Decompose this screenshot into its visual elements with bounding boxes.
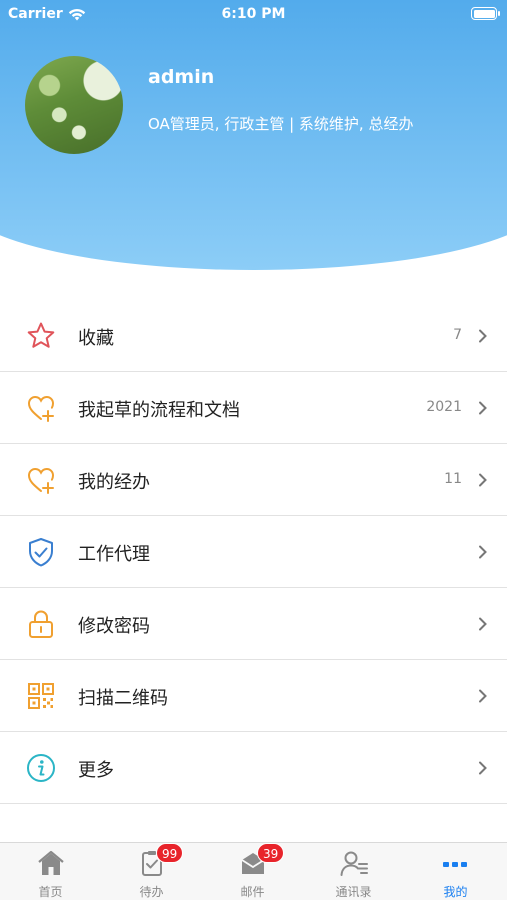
- menu-item-scan-qr[interactable]: 扫描二维码: [0, 660, 507, 732]
- tab-bar: 首页 99 待办 39 邮件 通讯录 我的: [0, 842, 507, 900]
- qr-code-icon: [28, 683, 54, 709]
- tab-label: 我的: [443, 885, 468, 899]
- battery-icon: [471, 7, 500, 20]
- heart-plus-icon: [27, 467, 55, 494]
- star-icon: [27, 322, 55, 348]
- chevron-right-icon: [479, 689, 487, 703]
- avatar[interactable]: [25, 56, 123, 154]
- menu-item-my-handled[interactable]: 我的经办 11: [0, 444, 507, 516]
- more-dots-icon: [443, 862, 467, 867]
- chevron-right-icon: [479, 545, 487, 559]
- chevron-right-icon: [479, 761, 487, 775]
- menu-item-count: 7: [453, 327, 462, 343]
- menu-item-count: 11: [444, 471, 462, 487]
- shield-check-icon: [29, 538, 53, 567]
- chevron-right-icon: [479, 617, 487, 631]
- tab-mine[interactable]: 我的: [404, 843, 507, 900]
- menu-item-work-proxy[interactable]: 工作代理: [0, 516, 507, 588]
- mail-badge: 39: [257, 843, 285, 863]
- tab-label: 首页: [38, 885, 63, 899]
- menu-item-label: 扫描二维码: [78, 688, 168, 709]
- tab-label: 待办: [139, 885, 164, 899]
- username: admin: [148, 66, 215, 88]
- menu-item-label: 修改密码: [78, 616, 150, 637]
- contacts-icon: [340, 851, 368, 876]
- status-time: 6:10 PM: [221, 6, 286, 22]
- heart-plus-icon: [27, 395, 55, 422]
- tab-mail[interactable]: 39 邮件: [202, 843, 303, 900]
- menu-item-label: 收藏: [78, 328, 114, 349]
- chevron-right-icon: [479, 401, 487, 415]
- menu-item-my-drafts[interactable]: 我起草的流程和文档 2021: [0, 372, 507, 444]
- info-icon: [27, 754, 55, 782]
- menu-item-label: 工作代理: [78, 544, 150, 565]
- chevron-right-icon: [479, 473, 487, 487]
- menu-list: 收藏 7 我起草的流程和文档 2021 我的经办 11 工作代理 修改密码 扫描…: [0, 300, 507, 804]
- tab-contacts[interactable]: 通讯录: [303, 843, 404, 900]
- menu-item-more[interactable]: 更多: [0, 732, 507, 804]
- menu-item-label: 我起草的流程和文档: [78, 400, 240, 421]
- lock-icon: [29, 610, 53, 638]
- tab-home[interactable]: 首页: [0, 843, 101, 900]
- menu-item-change-password[interactable]: 修改密码: [0, 588, 507, 660]
- tab-label: 邮件: [240, 885, 265, 899]
- menu-item-favorites[interactable]: 收藏 7: [0, 300, 507, 372]
- user-role: OA管理员, 行政主管 | 系统维护, 总经办: [148, 115, 414, 133]
- tab-label: 通讯录: [335, 885, 372, 899]
- chevron-right-icon: [479, 329, 487, 343]
- menu-item-label: 更多: [78, 760, 114, 781]
- menu-item-count: 2021: [426, 399, 462, 415]
- home-icon: [38, 850, 64, 875]
- tab-todo[interactable]: 99 待办: [101, 843, 202, 900]
- todo-badge: 99: [156, 843, 184, 863]
- status-bar: Carrier 6:10 PM: [0, 0, 507, 28]
- profile-header: Carrier 6:10 PM admin OA管理员, 行政主管 | 系统维护…: [0, 0, 507, 300]
- menu-item-label: 我的经办: [78, 472, 150, 493]
